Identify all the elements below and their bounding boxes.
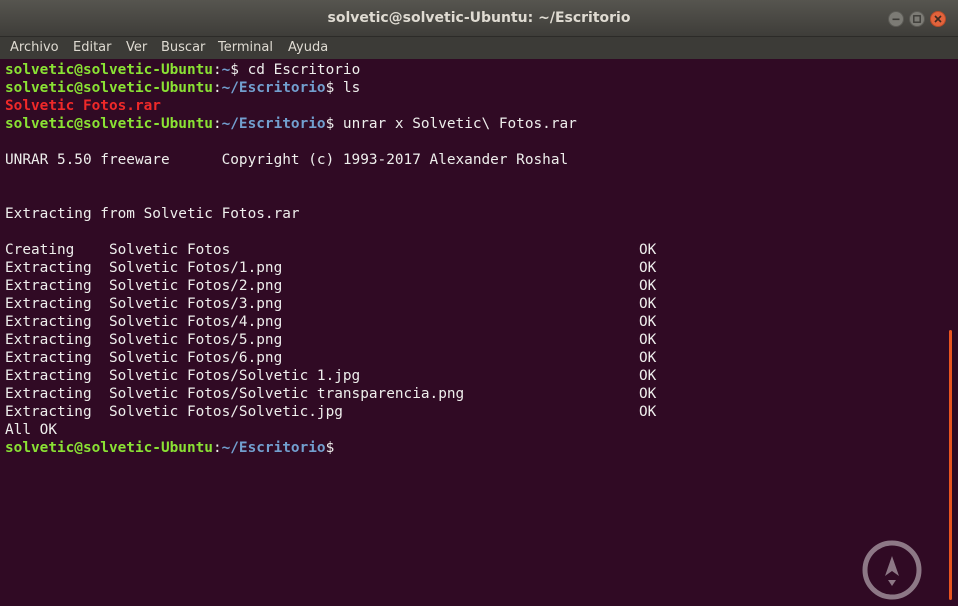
command-text: $ unrar x Solvetic\ Fotos.rar	[325, 116, 577, 132]
prompt-separator: :	[212, 62, 222, 78]
output-row: Extracting Solvetic Fotos/4.png OK	[5, 313, 656, 331]
command-text: $	[325, 440, 335, 456]
menu-ver[interactable]: Ver	[126, 40, 147, 55]
output-text: Extracting Solvetic Fotos/Solvetic.jpg	[5, 404, 343, 420]
output-row: Extracting Solvetic Fotos/5.png OK	[5, 331, 656, 349]
output-text: Creating Solvetic Fotos	[5, 242, 231, 258]
output-text: Extracting Solvetic Fotos/2.png	[5, 278, 283, 294]
extracting-from-line: Extracting from Solvetic Fotos.rar	[5, 206, 300, 222]
prompt-user-host: solvetic@solvetic-Ubuntu	[5, 116, 213, 132]
menu-buscar[interactable]: Buscar	[161, 40, 205, 55]
prompt-path: ~/Escritorio	[221, 80, 326, 96]
all-ok-line: All OK	[5, 422, 57, 438]
status-ok: OK	[639, 296, 657, 312]
status-ok: OK	[639, 260, 657, 276]
terminal-output[interactable]: solvetic@solvetic-Ubuntu:~$ cd Escritori…	[0, 59, 946, 606]
output-text: Extracting Solvetic Fotos/4.png	[5, 314, 283, 330]
minimize-icon	[892, 18, 900, 21]
status-ok: OK	[639, 332, 657, 348]
prompt-user-host: solvetic@solvetic-Ubuntu	[5, 80, 213, 96]
terminal-line: solvetic@solvetic-Ubuntu:~/Escritorio$ u…	[5, 115, 577, 133]
prompt-separator: :	[212, 440, 222, 456]
minimize-button[interactable]	[888, 11, 904, 27]
prompt-path: ~/Escritorio	[221, 116, 326, 132]
maximize-button[interactable]	[909, 11, 925, 27]
menu-bar: Archivo Editar Ver Buscar Terminal Ayuda	[0, 37, 958, 59]
output-text: Extracting Solvetic Fotos/3.png	[5, 296, 283, 312]
output-row: Extracting Solvetic Fotos/Solvetic 1.jpg…	[5, 367, 656, 385]
terminal-line: solvetic@solvetic-Ubuntu:~$ cd Escritori…	[5, 61, 360, 79]
output-row: Extracting Solvetic Fotos/2.png OK	[5, 277, 656, 295]
output-text: Extracting Solvetic Fotos/Solvetic trans…	[5, 386, 465, 402]
terminal-line: solvetic@solvetic-Ubuntu:~/Escritorio$	[5, 439, 334, 457]
prompt-user-host: solvetic@solvetic-Ubuntu	[5, 62, 213, 78]
title-bar[interactable]: solvetic@solvetic-Ubuntu: ~/Escritorio	[0, 0, 958, 37]
window-title: solvetic@solvetic-Ubuntu: ~/Escritorio	[327, 10, 631, 26]
unrar-version-line: UNRAR 5.50 freeware Copyright (c) 1993-2…	[5, 152, 569, 168]
menu-ayuda[interactable]: Ayuda	[288, 40, 328, 55]
prompt-separator: :	[212, 80, 222, 96]
output-row: Creating Solvetic Fotos OK	[5, 241, 656, 259]
output-row: Extracting Solvetic Fotos/Solvetic trans…	[5, 385, 656, 403]
output-row: Extracting Solvetic Fotos/1.png OK	[5, 259, 656, 277]
command-text: $ ls	[325, 80, 361, 96]
output-text: Extracting Solvetic Fotos/6.png	[5, 350, 283, 366]
output-text: Extracting Solvetic Fotos/5.png	[5, 332, 283, 348]
output-row: Extracting Solvetic Fotos/6.png OK	[5, 349, 656, 367]
scroll-thumb[interactable]	[949, 330, 952, 600]
menu-editar[interactable]: Editar	[73, 40, 112, 55]
output-text: Extracting Solvetic Fotos/1.png	[5, 260, 283, 276]
scrollbar[interactable]	[946, 59, 958, 606]
archive-file-listing: Solvetic Fotos.rar	[5, 98, 161, 114]
maximize-icon	[913, 15, 921, 23]
status-ok: OK	[639, 314, 657, 330]
prompt-path: ~/Escritorio	[221, 440, 326, 456]
status-ok: OK	[639, 350, 657, 366]
status-ok: OK	[639, 278, 657, 294]
status-ok: OK	[639, 404, 657, 420]
status-ok: OK	[639, 368, 657, 384]
command-text: $ cd Escritorio	[230, 62, 361, 78]
prompt-path: ~	[221, 62, 231, 78]
terminal-window: solvetic@solvetic-Ubuntu: ~/Escritorio A…	[0, 0, 958, 606]
terminal-line: solvetic@solvetic-Ubuntu:~/Escritorio$ l…	[5, 79, 360, 97]
prompt-separator: :	[212, 116, 222, 132]
menu-terminal[interactable]: Terminal	[218, 40, 273, 55]
output-text: Extracting Solvetic Fotos/Solvetic 1.jpg	[5, 368, 361, 384]
output-row: Extracting Solvetic Fotos/Solvetic.jpg OK	[5, 403, 656, 421]
close-icon	[934, 15, 942, 23]
solvetic-logo	[862, 540, 922, 600]
prompt-user-host: solvetic@solvetic-Ubuntu	[5, 440, 213, 456]
close-button[interactable]	[930, 11, 946, 27]
status-ok: OK	[639, 386, 657, 402]
menu-archivo[interactable]: Archivo	[10, 40, 59, 55]
status-ok: OK	[639, 242, 657, 258]
output-row: Extracting Solvetic Fotos/3.png OK	[5, 295, 656, 313]
